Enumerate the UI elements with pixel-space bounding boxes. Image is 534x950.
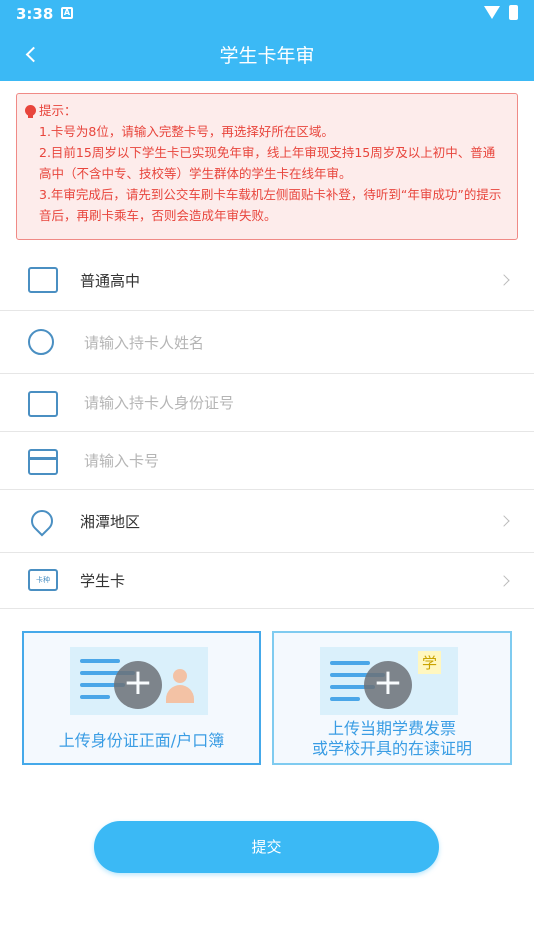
notification-icon: A xyxy=(61,7,73,19)
chevron-right-icon xyxy=(498,515,510,527)
status-time: 3:38 xyxy=(16,5,54,23)
region-value: 湘潭地区 xyxy=(80,512,141,531)
name-row: 请输入持卡人姓名 xyxy=(0,311,534,374)
lightbulb-icon xyxy=(25,105,36,118)
chevron-right-icon xyxy=(498,574,510,587)
card-type-value: 学生卡 xyxy=(80,572,126,590)
location-icon xyxy=(26,505,58,537)
school-type-value: 普通高中 xyxy=(80,271,141,290)
id-card-icon xyxy=(28,391,58,417)
upload-id-card-button[interactable]: + 上传身份证正面/户口簿 xyxy=(22,631,261,765)
student-card-icon: 卡种 xyxy=(28,569,58,591)
upload-invoice-caption-2: 或学校开具的在读证明 xyxy=(311,739,472,758)
wifi-icon xyxy=(484,6,500,19)
card-row: 请输入卡号 xyxy=(0,432,534,490)
id-row: 请输入持卡人身份证号 xyxy=(0,374,534,432)
submit-button[interactable]: 提交 xyxy=(94,821,439,873)
region-row[interactable]: 湘潭地区 xyxy=(0,490,534,553)
upload-invoice-caption-1: 上传当期学费发票 xyxy=(327,719,456,738)
school-type-row[interactable]: 普通高中 xyxy=(0,250,534,311)
page-title: 学生卡年审 xyxy=(219,45,315,67)
card-number-input[interactable]: 请输入卡号 xyxy=(84,450,159,471)
plus-icon: + xyxy=(114,661,162,709)
id-number-input[interactable]: 请输入持卡人身份证号 xyxy=(84,392,234,413)
notice-box: 提示： 1.卡号为8位，请输入完整卡号，再选择好所在区域。 2.目前15周岁以下… xyxy=(16,93,518,240)
person-icon xyxy=(28,329,54,355)
nav-bar: 学生卡年审 xyxy=(0,28,534,81)
school-stamp: 学 xyxy=(418,651,442,674)
avatar-icon xyxy=(162,667,198,703)
upload-id-caption: 上传身份证正面/户口簿 xyxy=(58,731,225,750)
card-type-row[interactable]: 卡种 学生卡 xyxy=(0,553,534,609)
chevron-right-icon xyxy=(498,274,510,286)
invoice-illustration: 学 + xyxy=(320,647,458,715)
bank-card-icon xyxy=(28,449,58,475)
school-icon xyxy=(28,267,58,293)
plus-icon: + xyxy=(364,661,412,709)
battery-icon xyxy=(509,5,518,20)
notice-line-3: 3.年审完成后，请先到公交车刷卡车载机左侧面贴卡补登，待听到“年审成功”的提示音… xyxy=(39,187,502,223)
name-input[interactable]: 请输入持卡人姓名 xyxy=(84,332,204,353)
notice-heading: 提示： xyxy=(39,103,77,118)
id-card-illustration: + xyxy=(70,647,208,715)
notice-line-1: 1.卡号为8位，请输入完整卡号，再选择好所在区域。 xyxy=(39,124,334,139)
status-bar: 3:38 A xyxy=(0,0,534,28)
upload-invoice-button[interactable]: 学 + 上传当期学费发票 或学校开具的在读证明 xyxy=(272,631,512,765)
notice-line-2: 2.目前15周岁以下学生卡已实现免年审，线上年审现支持15周岁及以上初中、普通高… xyxy=(39,145,496,181)
